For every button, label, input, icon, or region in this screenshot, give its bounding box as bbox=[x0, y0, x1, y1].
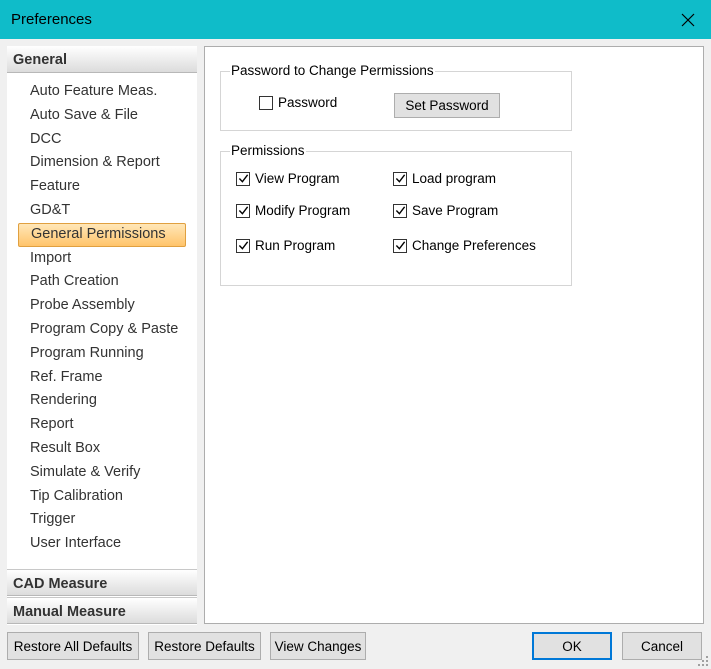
sidebar-item-feature[interactable]: Feature bbox=[18, 175, 186, 199]
sidebar-item-trigger[interactable]: Trigger bbox=[18, 508, 186, 532]
restore-all-defaults-button[interactable]: Restore All Defaults bbox=[7, 632, 139, 660]
sidebar-item-program-copy-paste[interactable]: Program Copy & Paste bbox=[18, 318, 186, 342]
password-group-legend: Password to Change Permissions bbox=[230, 63, 435, 78]
checkmark-icon bbox=[238, 241, 248, 250]
save-program-label: Save Program bbox=[412, 203, 499, 218]
checkmark-icon bbox=[395, 174, 405, 183]
permissions-group: Permissions View Program Load program Mo… bbox=[220, 143, 572, 286]
close-button[interactable] bbox=[665, 0, 711, 39]
view-program-label: View Program bbox=[255, 171, 340, 186]
change-preferences-checkbox[interactable]: Change Preferences bbox=[393, 238, 536, 253]
load-program-checkbox[interactable]: Load program bbox=[393, 171, 496, 186]
password-checkbox-label: Password bbox=[278, 95, 338, 110]
ok-button[interactable]: OK bbox=[532, 632, 612, 660]
run-program-label: Run Program bbox=[255, 238, 336, 253]
load-program-label: Load program bbox=[412, 171, 497, 186]
checkmark-icon bbox=[238, 174, 248, 183]
sidebar-item-dcc[interactable]: DCC bbox=[18, 128, 186, 152]
general-nav-list: Auto Feature Meas. Auto Save & File DCC … bbox=[18, 80, 186, 556]
sidebar-item-path-creation[interactable]: Path Creation bbox=[18, 270, 186, 294]
run-program-checkbox[interactable]: Run Program bbox=[236, 238, 335, 253]
modify-program-label: Modify Program bbox=[255, 203, 351, 218]
sidebar-item-auto-save-file[interactable]: Auto Save & File bbox=[18, 104, 186, 128]
save-program-checkbox[interactable]: Save Program bbox=[393, 203, 498, 218]
sidebar-header-general[interactable]: General bbox=[7, 46, 197, 73]
modify-program-checkbox[interactable]: Modify Program bbox=[236, 203, 350, 218]
sidebar-header-manual-measure[interactable]: Manual Measure bbox=[7, 597, 197, 624]
resize-grip-icon[interactable] bbox=[698, 656, 708, 666]
sidebar-item-auto-feature-meas[interactable]: Auto Feature Meas. bbox=[18, 80, 186, 104]
sidebar-header-cad-measure[interactable]: CAD Measure bbox=[7, 569, 197, 596]
sidebar-item-report[interactable]: Report bbox=[18, 413, 186, 437]
sidebar-item-result-box[interactable]: Result Box bbox=[18, 437, 186, 461]
category-sidebar: General Auto Feature Meas. Auto Save & F… bbox=[7, 46, 197, 625]
title-bar: Preferences bbox=[0, 0, 711, 39]
sidebar-item-general-permissions[interactable]: General Permissions bbox=[18, 222, 186, 247]
sidebar-item-user-interface[interactable]: User Interface bbox=[18, 532, 186, 556]
sidebar-item-dimension-report[interactable]: Dimension & Report bbox=[18, 151, 186, 175]
sidebar-item-program-running[interactable]: Program Running bbox=[18, 342, 186, 366]
password-checkbox-box[interactable] bbox=[259, 95, 273, 110]
checkmark-icon bbox=[395, 241, 405, 250]
sidebar-item-import[interactable]: Import bbox=[18, 247, 186, 271]
permissions-group-legend: Permissions bbox=[230, 143, 306, 158]
set-password-button[interactable]: Set Password bbox=[394, 93, 500, 118]
window-title: Preferences bbox=[11, 11, 92, 28]
password-checkbox[interactable]: Password bbox=[259, 95, 337, 110]
view-changes-button[interactable]: View Changes bbox=[270, 632, 366, 660]
password-group: Password to Change Permissions Password … bbox=[220, 63, 572, 131]
change-preferences-label: Change Preferences bbox=[412, 238, 536, 253]
sidebar-item-simulate-verify[interactable]: Simulate & Verify bbox=[18, 461, 186, 485]
sidebar-item-rendering[interactable]: Rendering bbox=[18, 389, 186, 413]
close-icon bbox=[681, 13, 695, 26]
restore-defaults-button[interactable]: Restore Defaults bbox=[148, 632, 261, 660]
checkmark-icon bbox=[238, 206, 248, 215]
cancel-button[interactable]: Cancel bbox=[622, 632, 702, 660]
sidebar-item-gdt[interactable]: GD&T bbox=[18, 199, 186, 223]
view-program-checkbox[interactable]: View Program bbox=[236, 171, 340, 186]
settings-panel: Password to Change Permissions Password … bbox=[204, 46, 704, 624]
checkmark-icon bbox=[395, 206, 405, 215]
sidebar-item-ref-frame[interactable]: Ref. Frame bbox=[18, 366, 186, 390]
sidebar-item-probe-assembly[interactable]: Probe Assembly bbox=[18, 294, 186, 318]
sidebar-item-tip-calibration[interactable]: Tip Calibration bbox=[18, 485, 186, 509]
